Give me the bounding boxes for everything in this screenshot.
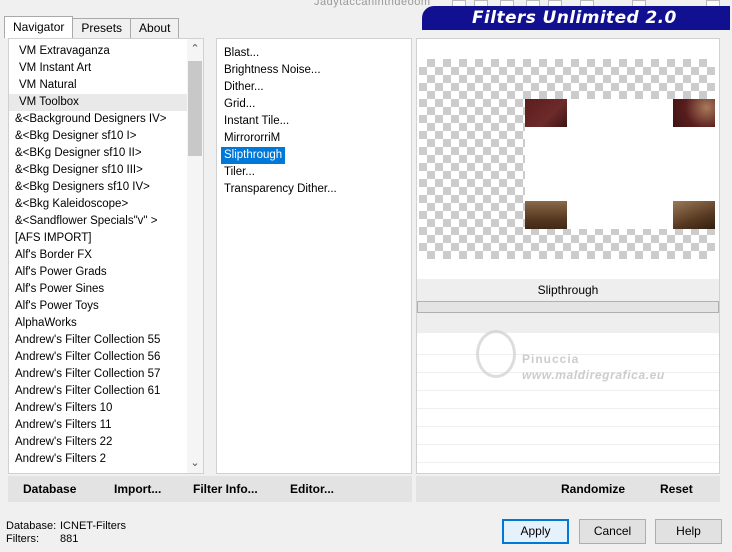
category-item[interactable]: VM Extravaganza (9, 43, 189, 60)
filter-item[interactable]: MirrororriM (221, 130, 340, 147)
database-value: ICNET-Filters (60, 520, 126, 532)
background-window-text: Jadytaccanihthdeoom (314, 0, 431, 8)
help-button[interactable]: Help (655, 519, 722, 544)
category-item[interactable]: Alf's Power Toys (9, 298, 189, 315)
tab-bar: Navigator Presets About (4, 16, 180, 38)
category-item[interactable]: Andrew's Filters 22 (9, 434, 189, 451)
category-item[interactable]: AlphaWorks (9, 315, 189, 332)
filter-item[interactable]: Brightness Noise... (221, 62, 340, 79)
scroll-up-icon[interactable]: ⌃ (187, 41, 203, 57)
filter-item-selected[interactable]: Slipthrough (221, 147, 286, 164)
category-scrollbar[interactable]: ⌃ ⌄ (187, 39, 203, 473)
import-button[interactable]: Import... (114, 476, 161, 502)
tab-navigator[interactable]: Navigator (4, 16, 74, 38)
category-item[interactable]: Andrew's Filter Collection 56 (9, 349, 189, 366)
category-list: VM Extravaganza VM Instant Art VM Natural V… (9, 43, 189, 468)
category-item[interactable]: VM Instant Art (9, 60, 189, 77)
selected-filter-name: Slipthrough (417, 279, 719, 301)
preview-image (419, 59, 715, 259)
scroll-down-icon[interactable]: ⌄ (187, 455, 203, 471)
apply-button[interactable]: Apply (502, 519, 569, 544)
category-item[interactable]: &<Bkg Kaleidoscope> (9, 196, 189, 213)
filter-item[interactable]: Instant Tile... (221, 113, 340, 130)
category-item[interactable]: VM Natural (9, 77, 189, 94)
filter-list-panel: Blast... Brightness Noise... Dither... Grid… (216, 38, 412, 474)
preview-corner-tile (673, 99, 715, 127)
editor-button[interactable]: Editor... (290, 476, 334, 502)
category-item[interactable]: &<Bkg Designer sf10 III> (9, 162, 189, 179)
scroll-thumb[interactable] (188, 61, 202, 156)
watermark-name: Pinuccia (522, 352, 580, 366)
app-title: Filters Unlimited 2.0 (472, 8, 677, 28)
app-title-banner: Filters Unlimited 2.0 (422, 6, 730, 30)
category-item[interactable]: &<BKg Designer sf10 II> (9, 145, 189, 162)
preview-corner-tile (525, 99, 567, 127)
filters-count-label: Filters: (6, 533, 39, 545)
tab-presets[interactable]: Presets (72, 18, 132, 38)
category-item[interactable]: &<Sandflower Specials"v" > (9, 213, 189, 230)
category-list-panel: VM Extravaganza VM Instant Art VM Natural V… (8, 38, 204, 474)
filter-item[interactable]: Blast... (221, 45, 340, 62)
filter-info-button[interactable]: Filter Info... (193, 476, 258, 502)
watermark: Pinuccia www.maldiregrafica.eu (476, 330, 706, 390)
watermark-url: www.maldiregrafica.eu (522, 368, 665, 382)
category-item[interactable]: Andrew's Filters 2 (9, 451, 189, 468)
category-item[interactable]: Alf's Power Grads (9, 264, 189, 281)
filter-item[interactable]: Slipthrough (221, 147, 340, 164)
preview-button-bar: Randomize Reset (416, 476, 720, 502)
filter-item[interactable]: Transparency Dither... (221, 181, 340, 198)
category-item[interactable]: Andrew's Filters 11 (9, 417, 189, 434)
category-item[interactable]: Andrew's Filters 10 (9, 400, 189, 417)
filter-item[interactable]: Dither... (221, 79, 340, 96)
cancel-button[interactable]: Cancel (579, 519, 646, 544)
category-item[interactable]: &<Bkg Designer sf10 I> (9, 128, 189, 145)
randomize-button[interactable]: Randomize (561, 476, 625, 502)
navigator-button-bar: Database Import... Filter Info... Editor… (8, 476, 412, 502)
watermark-logo-icon (476, 330, 516, 378)
database-button[interactable]: Database (23, 476, 76, 502)
filter-list: Blast... Brightness Noise... Dither... Grid… (221, 45, 340, 198)
preview-corner-tile (673, 201, 715, 229)
category-item[interactable]: Andrew's Filter Collection 57 (9, 366, 189, 383)
database-label: Database: (6, 520, 57, 532)
category-item[interactable]: VM Toolbox (9, 94, 189, 111)
filters-count-value: 881 (60, 533, 79, 545)
tab-about[interactable]: About (130, 18, 180, 38)
category-item[interactable]: Alf's Power Sines (9, 281, 189, 298)
filter-item[interactable]: Grid... (221, 96, 340, 113)
database-info: Database: ICNET-Filters Filters: 881 (6, 520, 126, 546)
category-item[interactable]: Andrew's Filter Collection 55 (9, 332, 189, 349)
reset-button[interactable]: Reset (660, 476, 693, 502)
filter-progress-bar (417, 301, 719, 313)
category-item[interactable]: Andrew's Filter Collection 61 (9, 383, 189, 400)
category-item[interactable]: &<Bkg Designers sf10 IV> (9, 179, 189, 196)
category-item[interactable]: &<Background Designers IV> (9, 111, 189, 128)
category-item[interactable]: [AFS IMPORT] (9, 230, 189, 247)
preview-corner-tile (525, 201, 567, 229)
category-item[interactable]: Alf's Border FX (9, 247, 189, 264)
filter-item[interactable]: Tiler... (221, 164, 340, 181)
preview-panel: Slipthrough (416, 38, 720, 481)
